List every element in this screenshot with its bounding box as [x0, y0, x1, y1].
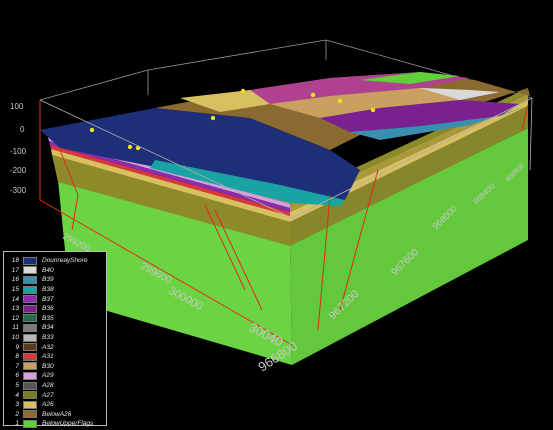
legend-item-label: B30 — [42, 362, 54, 370]
legend-item: 5 A28 — [7, 381, 103, 391]
legend-swatch — [23, 323, 37, 332]
legend-item: 7 B30 — [7, 362, 103, 372]
legend-item-label: B33 — [42, 334, 54, 342]
legend-item-number: 10 — [11, 334, 19, 342]
legend-item-label: BelowUpperFlags — [42, 420, 94, 428]
legend-item: 2 BelowA26 — [7, 410, 103, 420]
depth-tick-label: 100 — [10, 102, 24, 111]
legend-item: 17 B40 — [7, 266, 103, 276]
viewport[interactable]: 100 0 -100 -200 -300 299200 299600 30000… — [0, 0, 553, 430]
legend: 18 DounreayShore 17 B40 16 B39 15 B38 14… — [3, 251, 107, 429]
legend-item: 10 B33 — [7, 333, 103, 343]
legend-item-label: B35 — [42, 314, 54, 322]
legend-item: 11 B34 — [7, 323, 103, 333]
legend-item-label: B39 — [42, 276, 54, 284]
legend-item-number: 15 — [11, 286, 19, 294]
legend-item-label: BelowA26 — [42, 410, 72, 418]
legend-swatch — [23, 314, 37, 323]
legend-swatch — [23, 362, 37, 371]
legend-item: 1 BelowUpperFlags — [7, 419, 103, 429]
depth-tick-label: -200 — [10, 166, 27, 175]
legend-item: 8 A31 — [7, 352, 103, 362]
legend-item-number: 6 — [15, 372, 19, 380]
legend-item: 9 A32 — [7, 342, 103, 352]
legend-item-number: 12 — [11, 314, 19, 322]
legend-item-label: A31 — [42, 353, 54, 361]
legend-item-label: B37 — [42, 295, 54, 303]
legend-item-number: 14 — [11, 295, 19, 303]
legend-item-number: 17 — [11, 266, 19, 274]
legend-item-label: B36 — [42, 305, 54, 313]
legend-item-label: A27 — [42, 391, 54, 399]
legend-item-number: 5 — [15, 382, 19, 390]
legend-item: 13 B36 — [7, 304, 103, 314]
legend-swatch — [23, 256, 37, 265]
legend-swatch — [23, 266, 37, 275]
legend-item-number: 4 — [15, 391, 19, 399]
legend-item-number: 7 — [15, 362, 19, 370]
legend-swatch — [23, 391, 37, 400]
legend-item: 6 A29 — [7, 371, 103, 381]
legend-swatch — [23, 419, 37, 428]
legend-item: 4 A27 — [7, 390, 103, 400]
legend-swatch — [23, 352, 37, 361]
depth-tick-label: -100 — [10, 147, 27, 156]
legend-item-label: DounreayShore — [42, 257, 88, 265]
legend-swatch — [23, 371, 37, 380]
legend-item-number: 2 — [15, 410, 19, 418]
legend-item-label: A32 — [42, 343, 54, 351]
legend-item: 12 B35 — [7, 314, 103, 324]
depth-axis: 100 0 -100 -200 -300 — [10, 100, 41, 200]
depth-tick-label: 0 — [20, 125, 25, 134]
legend-swatch — [23, 275, 37, 284]
legend-item-number: 16 — [11, 276, 19, 284]
legend-item-number: 3 — [15, 401, 19, 409]
legend-item: 14 B37 — [7, 294, 103, 304]
legend-swatch — [23, 410, 37, 419]
legend-swatch — [23, 304, 37, 313]
legend-item-number: 18 — [11, 257, 19, 265]
legend-item: 3 A26 — [7, 400, 103, 410]
legend-item-number: 11 — [12, 324, 19, 332]
legend-swatch — [23, 333, 37, 342]
legend-swatch — [23, 381, 37, 390]
legend-item: 18 DounreayShore — [7, 256, 103, 266]
legend-item-label: A26 — [42, 401, 54, 409]
legend-swatch — [23, 285, 37, 294]
depth-tick-label: -300 — [10, 186, 27, 195]
legend-item-label: B34 — [42, 324, 54, 332]
legend-item-label: B40 — [42, 266, 54, 274]
legend-item: 16 B39 — [7, 275, 103, 285]
legend-item-label: A28 — [42, 382, 54, 390]
legend-item-number: 1 — [15, 420, 19, 428]
legend-item-label: A29 — [42, 372, 54, 380]
legend-swatch — [23, 343, 37, 352]
legend-item-label: B38 — [42, 286, 54, 294]
legend-item-number: 8 — [15, 353, 19, 361]
legend-swatch — [23, 400, 37, 409]
legend-item: 15 B38 — [7, 285, 103, 295]
legend-item-number: 9 — [15, 343, 19, 351]
legend-item-number: 13 — [11, 305, 19, 313]
legend-swatch — [23, 295, 37, 304]
